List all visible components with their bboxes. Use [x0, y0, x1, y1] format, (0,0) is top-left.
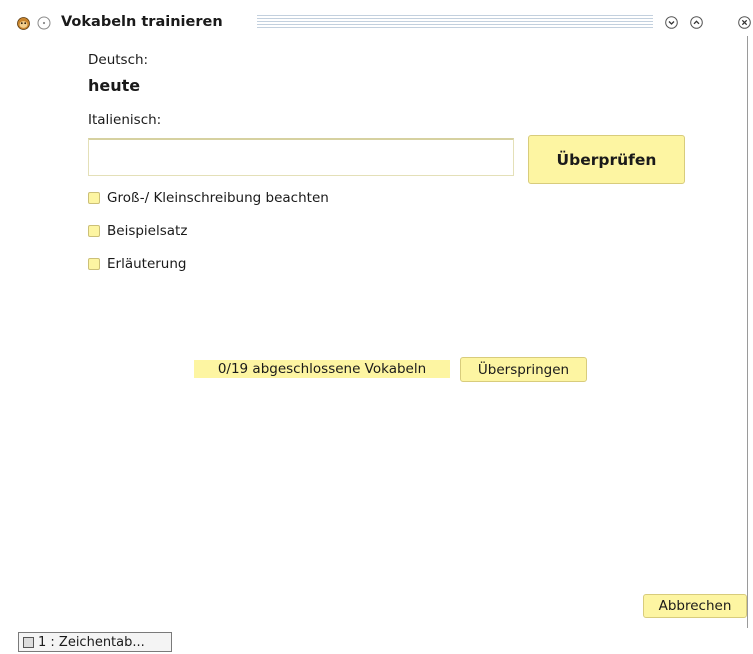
title-bar[interactable]: Vokabeln trainieren	[0, 0, 753, 36]
example-sentence-checkbox[interactable]	[88, 225, 100, 237]
window-menu-icon[interactable]	[37, 16, 51, 30]
window-border	[747, 36, 748, 628]
example-sentence-label: Beispielsatz	[107, 223, 188, 239]
document-icon	[23, 636, 34, 648]
explanation-label: Erläuterung	[107, 256, 187, 272]
case-sensitive-option[interactable]: Groß-/ Kleinschreibung beachten	[88, 190, 329, 206]
taskbar-item-label: 1 : Zeichentab...	[38, 634, 145, 650]
skip-button[interactable]: Überspringen	[460, 357, 587, 382]
source-word: heute	[88, 76, 141, 95]
case-sensitive-label: Groß-/ Kleinschreibung beachten	[107, 190, 329, 206]
chevron-up-icon[interactable]	[690, 16, 703, 29]
taskbar-item[interactable]: 1 : Zeichentab...	[18, 632, 172, 652]
monkey-icon[interactable]	[17, 17, 30, 30]
progress-status: 0/19 abgeschlossene Vokabeln	[194, 360, 450, 378]
title-stripes	[257, 15, 653, 29]
source-language-label: Deutsch:	[88, 52, 149, 68]
explanation-option[interactable]: Erläuterung	[88, 256, 187, 272]
target-language-label: Italienisch:	[88, 112, 162, 128]
answer-input[interactable]	[88, 138, 514, 176]
check-button[interactable]: Überprüfen	[528, 135, 685, 184]
explanation-checkbox[interactable]	[88, 258, 100, 270]
trainer-window: Vokabeln trainieren Deutsch: heute Itali…	[0, 0, 753, 632]
window-title: Vokabeln trainieren	[61, 14, 223, 30]
close-icon[interactable]	[738, 16, 751, 29]
example-sentence-option[interactable]: Beispielsatz	[88, 223, 187, 239]
chevron-down-icon[interactable]	[665, 16, 678, 29]
case-sensitive-checkbox[interactable]	[88, 192, 100, 204]
cancel-button[interactable]: Abbrechen	[643, 594, 747, 618]
